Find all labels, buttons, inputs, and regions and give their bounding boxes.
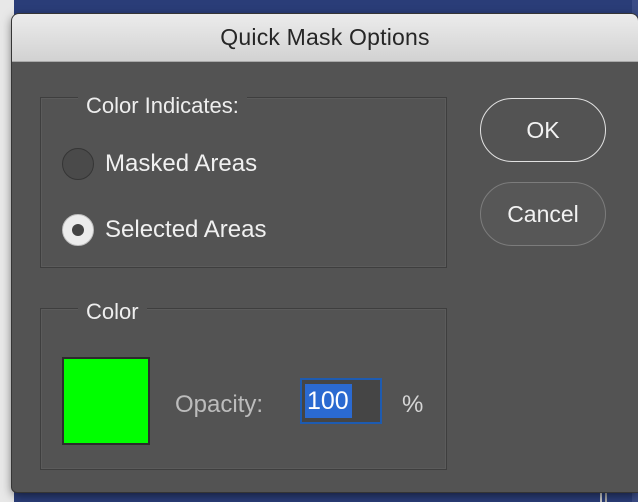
radio-selected-areas[interactable]: Selected Areas bbox=[62, 214, 266, 246]
radio-label-selected-areas: Selected Areas bbox=[105, 216, 267, 243]
radio-label-masked-areas: Masked Areas bbox=[105, 150, 258, 177]
quick-mask-options-dialog: Quick Mask Options Color Indicates: Mask… bbox=[12, 14, 638, 492]
color-legend: Color bbox=[78, 299, 147, 325]
opacity-value: 100 bbox=[305, 384, 352, 418]
radio-masked-areas[interactable]: Masked Areas bbox=[62, 148, 257, 180]
dialog-title: Quick Mask Options bbox=[220, 24, 430, 50]
opacity-label: Opacity: bbox=[175, 391, 264, 418]
ok-button[interactable]: OK bbox=[480, 98, 606, 162]
mask-color-swatch[interactable] bbox=[62, 357, 150, 445]
radio-button-masked-areas[interactable] bbox=[62, 148, 94, 180]
color-indicates-legend: Color Indicates: bbox=[78, 93, 247, 119]
opacity-input[interactable]: 100 bbox=[300, 378, 382, 424]
cancel-button[interactable]: Cancel bbox=[480, 182, 606, 246]
dialog-titlebar[interactable]: Quick Mask Options bbox=[12, 14, 638, 62]
percent-label: % bbox=[402, 391, 424, 418]
radio-button-selected-areas[interactable] bbox=[62, 214, 94, 246]
